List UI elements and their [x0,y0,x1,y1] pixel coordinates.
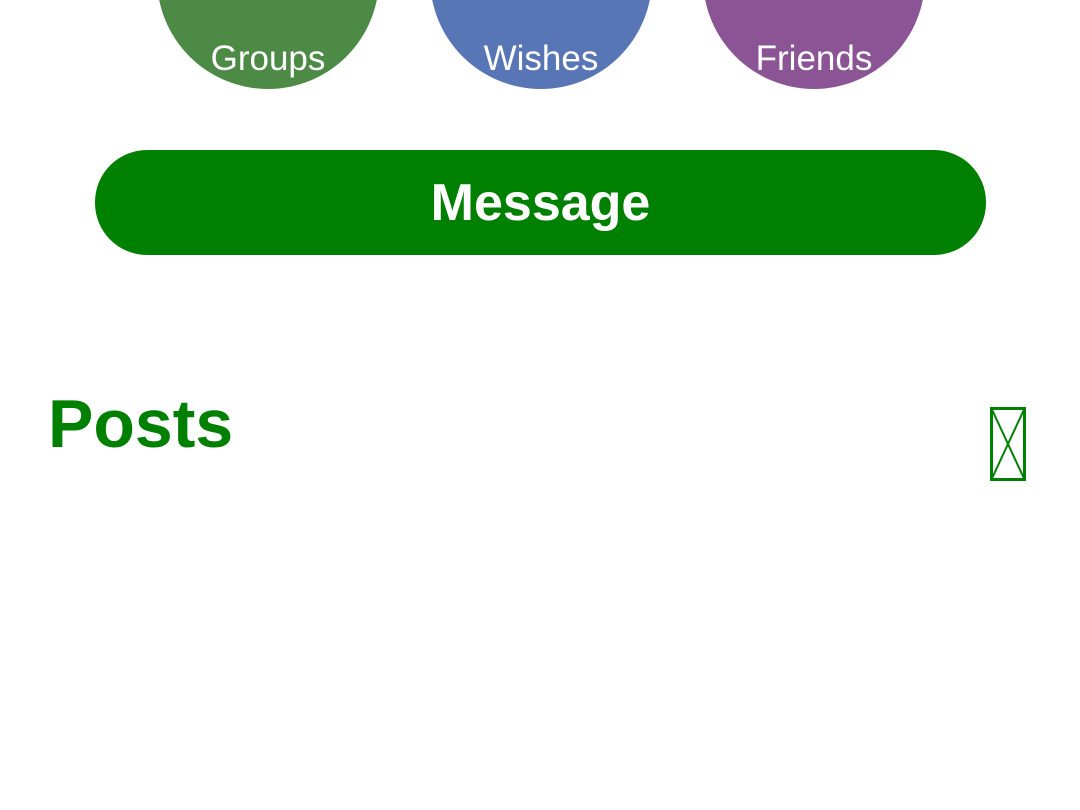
profile-screen: Groups Wishes Friends Message Posts [0,0,1080,810]
wishes-label: Wishes [483,39,599,78]
wishes-shortcut[interactable]: Wishes [430,0,652,89]
groups-label: Groups [210,39,326,78]
friends-label: Friends [755,39,873,78]
message-button[interactable]: Message [95,150,986,255]
missing-glyph-icon[interactable] [990,407,1026,481]
friends-shortcut[interactable]: Friends [703,0,925,89]
groups-shortcut[interactable]: Groups [157,0,379,89]
message-button-label: Message [430,173,651,232]
posts-title: Posts [48,386,234,462]
